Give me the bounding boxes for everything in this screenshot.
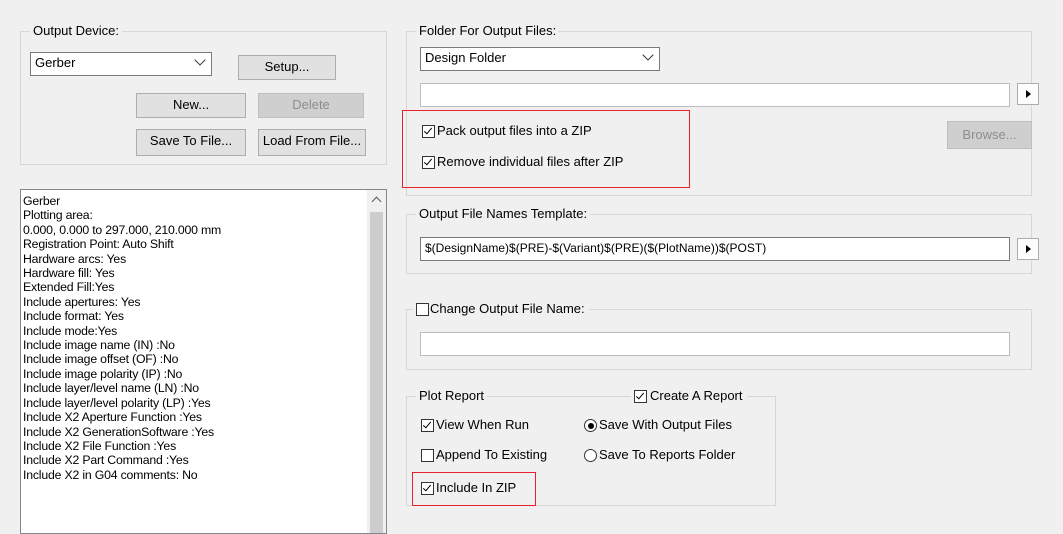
list-item: Include X2 Aperture Function :Yes	[23, 410, 202, 425]
list-item: Include image polarity (IP) :No	[23, 366, 183, 381]
chevron-down-icon	[194, 54, 206, 66]
create-report-label[interactable]: Create A Report	[650, 388, 747, 404]
vertical-scrollbar[interactable]	[367, 190, 386, 533]
save-with-output-radio[interactable]	[584, 419, 597, 432]
folder-path-menu-button[interactable]	[1017, 83, 1039, 105]
list-item: Include image name (IN) :No	[23, 338, 175, 353]
list-item: Hardware arcs: Yes	[23, 251, 127, 266]
setup-button[interactable]: Setup...	[238, 55, 336, 80]
file-names-template-input[interactable]: $(DesignName)$(PRE)-$(Variant)$(PRE)($(P…	[420, 237, 1010, 261]
delete-button[interactable]: Delete	[258, 93, 364, 118]
view-when-run-label[interactable]: View When Run	[436, 417, 529, 433]
device-info-lines: Gerber Plotting area: 0.000, 0.000 to 29…	[23, 194, 221, 482]
zip-options-highlight	[402, 110, 690, 188]
output-device-value: Gerber	[35, 55, 76, 70]
save-to-file-button[interactable]: Save To File...	[136, 129, 246, 156]
output-folder-value: Design Folder	[425, 50, 506, 65]
output-folder-path-field[interactable]	[420, 83, 1010, 107]
device-info-list[interactable]: Gerber Plotting area: 0.000, 0.000 to 29…	[20, 189, 387, 534]
play-arrow-icon	[1026, 90, 1031, 98]
change-file-name-input[interactable]	[420, 332, 1010, 356]
output-device-legend: Output Device:	[30, 23, 122, 39]
include-zip-highlight	[412, 472, 536, 506]
file-names-template-legend: Output File Names Template:	[416, 206, 591, 222]
change-file-name-label[interactable]: Change Output File Name:	[430, 301, 589, 317]
browse-button[interactable]: Browse...	[947, 121, 1032, 149]
list-item: Include X2 in G04 comments: No	[23, 467, 198, 482]
new-button[interactable]: New...	[136, 93, 246, 118]
list-item: Include layer/level polarity (LP) :Yes	[23, 395, 211, 410]
list-item: Include X2 Part Command :Yes	[23, 453, 189, 468]
chevron-down-icon	[642, 49, 654, 61]
output-device-select[interactable]: Gerber	[30, 52, 212, 76]
view-when-run-checkbox[interactable]	[421, 419, 434, 432]
output-folder-select[interactable]: Design Folder	[420, 47, 660, 71]
create-report-checkbox[interactable]	[631, 387, 650, 406]
output-folder-legend: Folder For Output Files:	[416, 23, 560, 39]
save-to-reports-radio[interactable]	[584, 449, 597, 462]
list-item: Include format: Yes	[23, 309, 124, 324]
list-item: Plotting area:	[23, 208, 93, 223]
list-item: Include image offset (OF) :No	[23, 352, 179, 367]
append-to-existing-label[interactable]: Append To Existing	[436, 447, 547, 463]
list-item: Extended Fill:Yes	[23, 280, 115, 295]
scroll-up-arrow-icon[interactable]	[371, 196, 382, 207]
plot-report-legend: Plot Report	[416, 388, 488, 404]
save-with-output-label[interactable]: Save With Output Files	[599, 417, 732, 433]
list-item: Include X2 GenerationSoftware :Yes	[23, 424, 214, 439]
scrollbar-thumb[interactable]	[370, 212, 383, 533]
template-menu-button[interactable]	[1017, 238, 1039, 260]
list-item: 0.000, 0.000 to 297.000, 210.000 mm	[23, 222, 222, 237]
list-item: Include X2 File Function :Yes	[23, 438, 177, 453]
list-item: Include layer/level name (LN) :No	[23, 381, 199, 396]
change-file-name-checkbox[interactable]	[413, 300, 432, 319]
list-item: Gerber	[23, 194, 61, 208]
list-item: Hardware fill: Yes	[23, 266, 115, 281]
append-to-existing-checkbox[interactable]	[421, 449, 434, 462]
list-item: Include apertures: Yes	[23, 294, 141, 309]
list-item: Registration Point: Auto Shift	[23, 237, 174, 252]
save-to-reports-label[interactable]: Save To Reports Folder	[599, 447, 735, 463]
list-item: Include mode:Yes	[23, 323, 118, 338]
play-arrow-icon	[1026, 245, 1031, 253]
load-from-file-button[interactable]: Load From File...	[258, 129, 366, 156]
